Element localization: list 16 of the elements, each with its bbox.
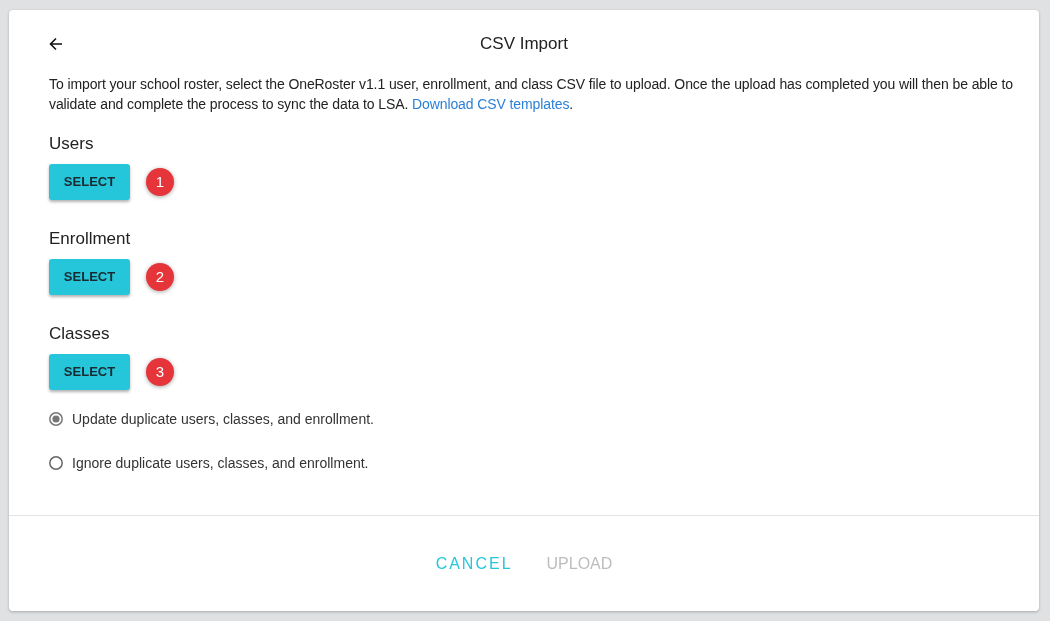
step-number: 2 [146,263,174,291]
select-button[interactable]: SELECT [49,164,130,200]
select-button[interactable]: SELECT [49,354,130,390]
select-button[interactable]: SELECT [49,259,130,295]
option-label: Update duplicate users, classes, and enrollment. [72,409,374,429]
section-label: Users [49,133,95,155]
step-number: 1 [146,168,174,196]
dialog-title: CSV Import [480,33,568,55]
option-label: Ignore duplicate users, classes, and enrollment. [72,453,369,473]
radio-button[interactable] [49,456,63,470]
section-label: Enrollment [49,228,132,250]
section-label: Classes [49,323,111,345]
radio-button[interactable] [49,412,63,426]
description-text: To import your school roster, select the OneRoster v1.1 user, enrollment, and class CSV file to upload. Once the upload has completed you will then be able to validate and complete the process to sync the data to LSA. Download CSV templates. [49,75,1014,114]
step-number: 3 [146,358,174,386]
back-arrow-icon[interactable] [49,37,63,51]
